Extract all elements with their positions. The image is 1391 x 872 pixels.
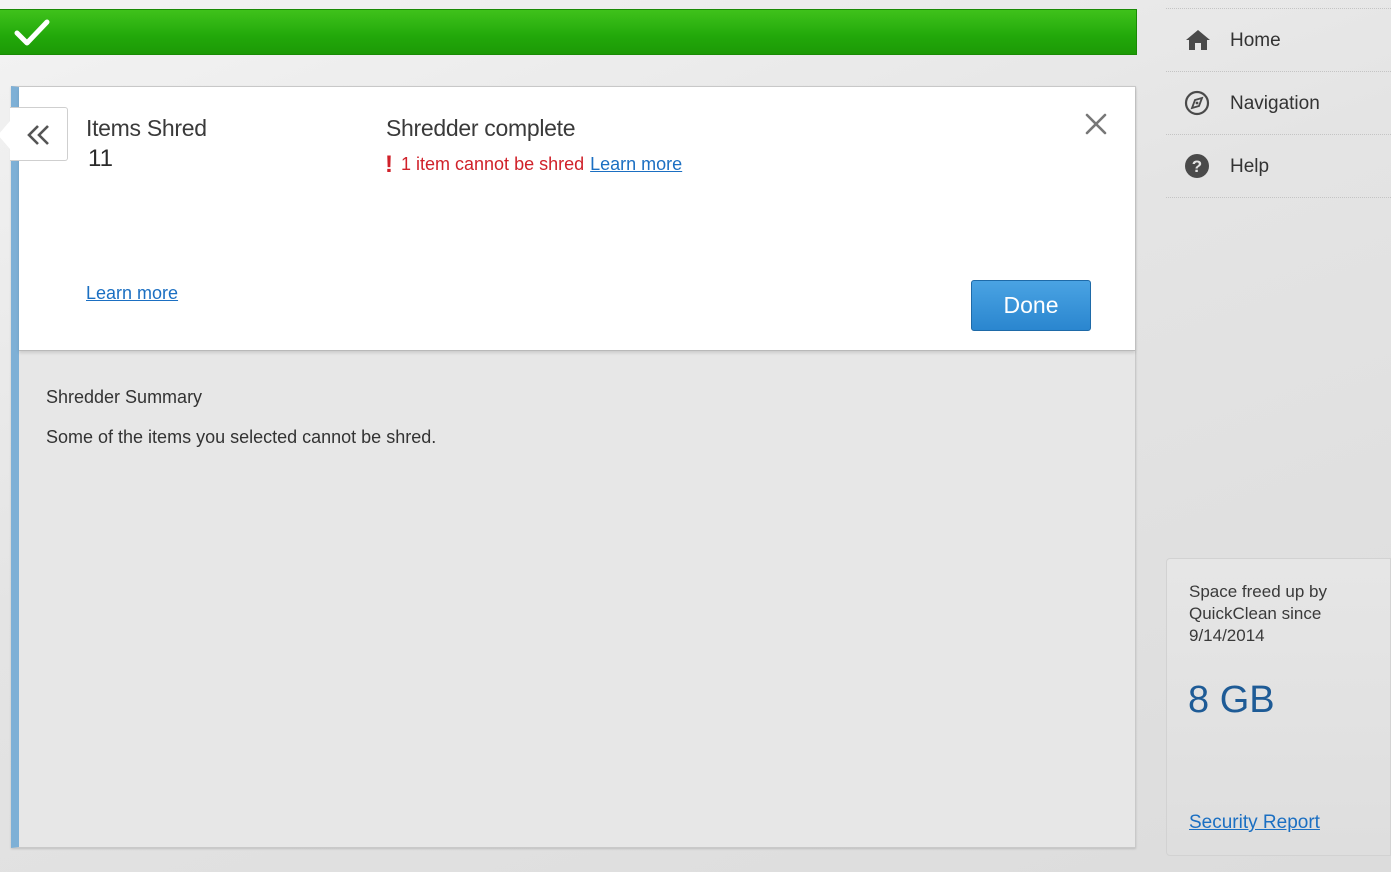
exclamation-icon: !: [385, 151, 393, 178]
home-icon: [1186, 30, 1210, 50]
warning-message: ! 1 item cannot be shred Learn more: [385, 151, 682, 179]
summary-title: Shredder Summary: [46, 387, 203, 407]
sidebar-item-label: Help: [1230, 156, 1270, 177]
status-bar: [0, 9, 1137, 55]
help-icon: ?: [1185, 154, 1209, 178]
sidebar-item-help[interactable]: ? Help: [1166, 135, 1391, 198]
compass-icon: [1184, 90, 1210, 116]
items-shred-count: 11: [88, 145, 113, 172]
result-card: Items Shred 11 Shredder complete ! 1 item…: [0, 87, 1135, 351]
learn-more-link[interactable]: Learn more: [86, 283, 178, 304]
space-freed-text: Space freed up by QuickClean since 9/14/…: [1189, 582, 1327, 645]
warning-learn-more-link[interactable]: Learn more: [590, 154, 682, 174]
summary-text: Some of the items you selected cannot be…: [46, 427, 437, 447]
shredder-complete-title: Shredder complete: [386, 115, 576, 141]
space-freed-box: Space freed up by QuickClean since 9/14/…: [1166, 558, 1391, 856]
svg-text:?: ?: [1192, 157, 1202, 176]
sidebar-item-home[interactable]: Home: [1166, 8, 1391, 72]
sidebar: Home Navigation ? Help: [1166, 8, 1391, 198]
shredder-panel: Items Shred 11 Shredder complete ! 1 item…: [0, 86, 1136, 848]
warning-text: 1 item cannot be shred: [401, 154, 585, 174]
checkmark-icon: [14, 19, 50, 46]
space-freed-value: 8 GB: [1188, 679, 1275, 721]
sidebar-item-label: Navigation: [1230, 93, 1320, 114]
security-report-link[interactable]: Security Report: [1189, 812, 1320, 834]
sidebar-item-label: Home: [1230, 30, 1281, 51]
sidebar-item-navigation[interactable]: Navigation: [1166, 72, 1391, 135]
done-button[interactable]: Done: [971, 280, 1091, 331]
double-chevron-left-icon: [27, 125, 49, 145]
items-shred-label: Items Shred: [86, 115, 207, 141]
back-button[interactable]: [0, 107, 68, 161]
close-icon[interactable]: [1083, 111, 1109, 137]
